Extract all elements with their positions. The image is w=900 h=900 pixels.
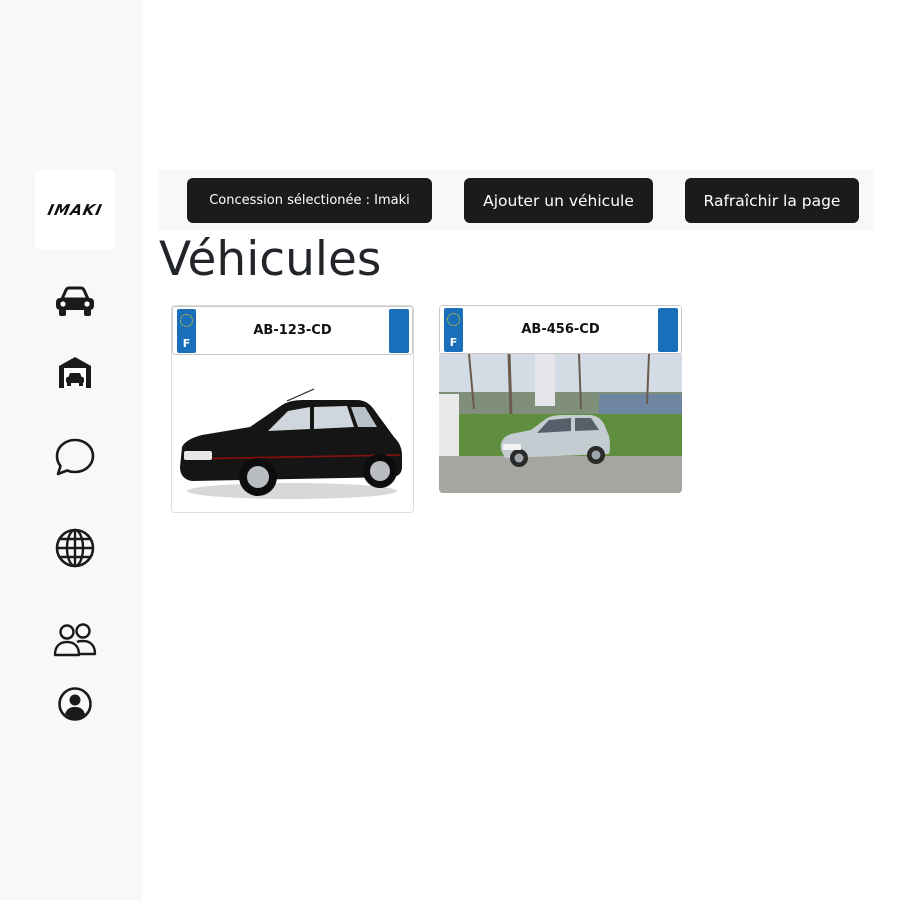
toolbar: Concession sélectionée : Imaki Ajouter u… <box>159 170 873 231</box>
vehicle-photo <box>172 355 413 512</box>
vehicle-card[interactable]: F AB-456-CD <box>439 305 682 493</box>
sidebar-item-users[interactable] <box>53 618 97 662</box>
chat-icon <box>55 438 95 476</box>
license-plate: F AB-456-CD <box>439 305 682 354</box>
page-title: Véhicules <box>159 232 382 287</box>
brand-logo[interactable]: IMAKI <box>35 170 115 249</box>
sidebar-item-messages[interactable] <box>53 435 97 479</box>
sidebar-item-profile[interactable] <box>53 682 97 726</box>
eu-flag-band: F <box>177 309 196 353</box>
country-code: F <box>449 336 458 349</box>
silver-hatchback-image <box>439 354 682 493</box>
black-hatchback-image <box>180 388 402 499</box>
garage-icon <box>59 357 91 388</box>
license-plate: F AB-123-CD <box>172 306 413 355</box>
region-band <box>658 308 678 352</box>
sidebar-item-web[interactable] <box>53 526 97 570</box>
user-circle-icon <box>58 687 92 721</box>
region-band <box>389 309 409 353</box>
add-vehicle-button[interactable]: Ajouter un véhicule <box>464 178 653 223</box>
plate-number: AB-456-CD <box>521 322 600 337</box>
sidebar-item-vehicles[interactable] <box>53 280 97 324</box>
vehicle-card[interactable]: F AB-123-CD <box>171 305 414 513</box>
eu-stars-icon <box>180 314 193 327</box>
sidebar-item-garage[interactable] <box>53 350 97 394</box>
globe-icon <box>55 528 95 568</box>
eu-flag-band: F <box>444 308 463 352</box>
people-icon <box>53 623 97 657</box>
plate-number: AB-123-CD <box>253 323 332 338</box>
eu-stars-icon <box>447 313 460 326</box>
logo-text: IMAKI <box>45 200 105 219</box>
country-code: F <box>182 337 191 350</box>
dealer-select-button[interactable]: Concession sélectionée : Imaki <box>187 178 432 223</box>
vehicle-photo <box>439 354 682 493</box>
car-icon <box>56 286 94 316</box>
sidebar: IMAKI <box>0 0 142 900</box>
refresh-page-button[interactable]: Rafraîchir la page <box>685 178 859 223</box>
